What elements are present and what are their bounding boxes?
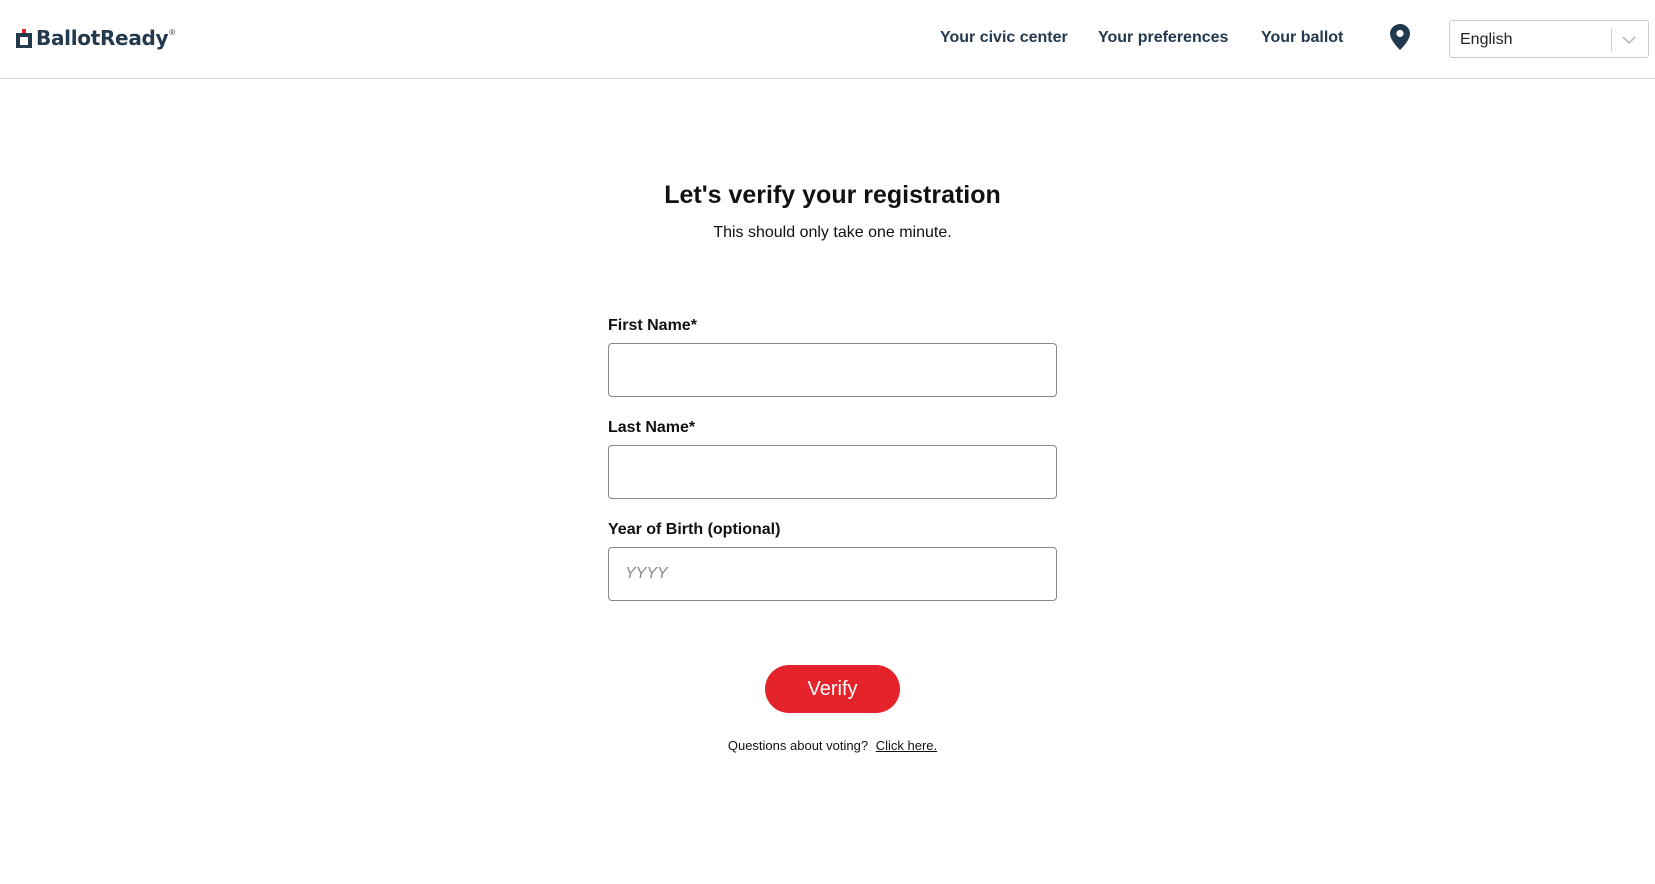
first-name-input[interactable] xyxy=(608,343,1057,397)
nav-preferences[interactable]: Your preferences xyxy=(1098,29,1228,47)
verify-button[interactable]: Verify xyxy=(765,665,900,713)
nav-ballot[interactable]: Your ballot xyxy=(1261,29,1343,47)
voting-help: Questions about voting? Click here. xyxy=(0,738,1655,753)
registered-mark: ® xyxy=(169,28,176,37)
language-select[interactable]: English xyxy=(1449,20,1649,58)
location-button[interactable] xyxy=(1389,23,1411,55)
help-question: Questions about voting? xyxy=(727,738,869,753)
chevron-down-icon[interactable] xyxy=(1620,32,1638,48)
year-of-birth-input[interactable] xyxy=(608,547,1057,601)
last-name-input[interactable] xyxy=(608,445,1057,499)
logo-text: BallotReady xyxy=(36,26,169,50)
page-subtitle: This should only take one minute. xyxy=(713,224,952,241)
site-header: BallotReady ® Your civic center Your pre… xyxy=(0,0,1655,79)
select-divider xyxy=(1611,29,1612,51)
ballotready-logo[interactable]: BallotReady ® xyxy=(16,26,175,50)
first-name-label: First Name* xyxy=(608,317,697,334)
help-link[interactable]: Click here. xyxy=(876,738,937,753)
ballot-box-icon xyxy=(16,28,32,48)
page-title: Let's verify your registration xyxy=(664,181,1001,209)
year-of-birth-label: Year of Birth (optional) xyxy=(608,521,781,538)
language-selected-value: English xyxy=(1460,31,1513,48)
nav-civic-center[interactable]: Your civic center xyxy=(940,29,1068,47)
map-pin-icon xyxy=(1390,23,1410,55)
last-name-label: Last Name* xyxy=(608,419,696,436)
